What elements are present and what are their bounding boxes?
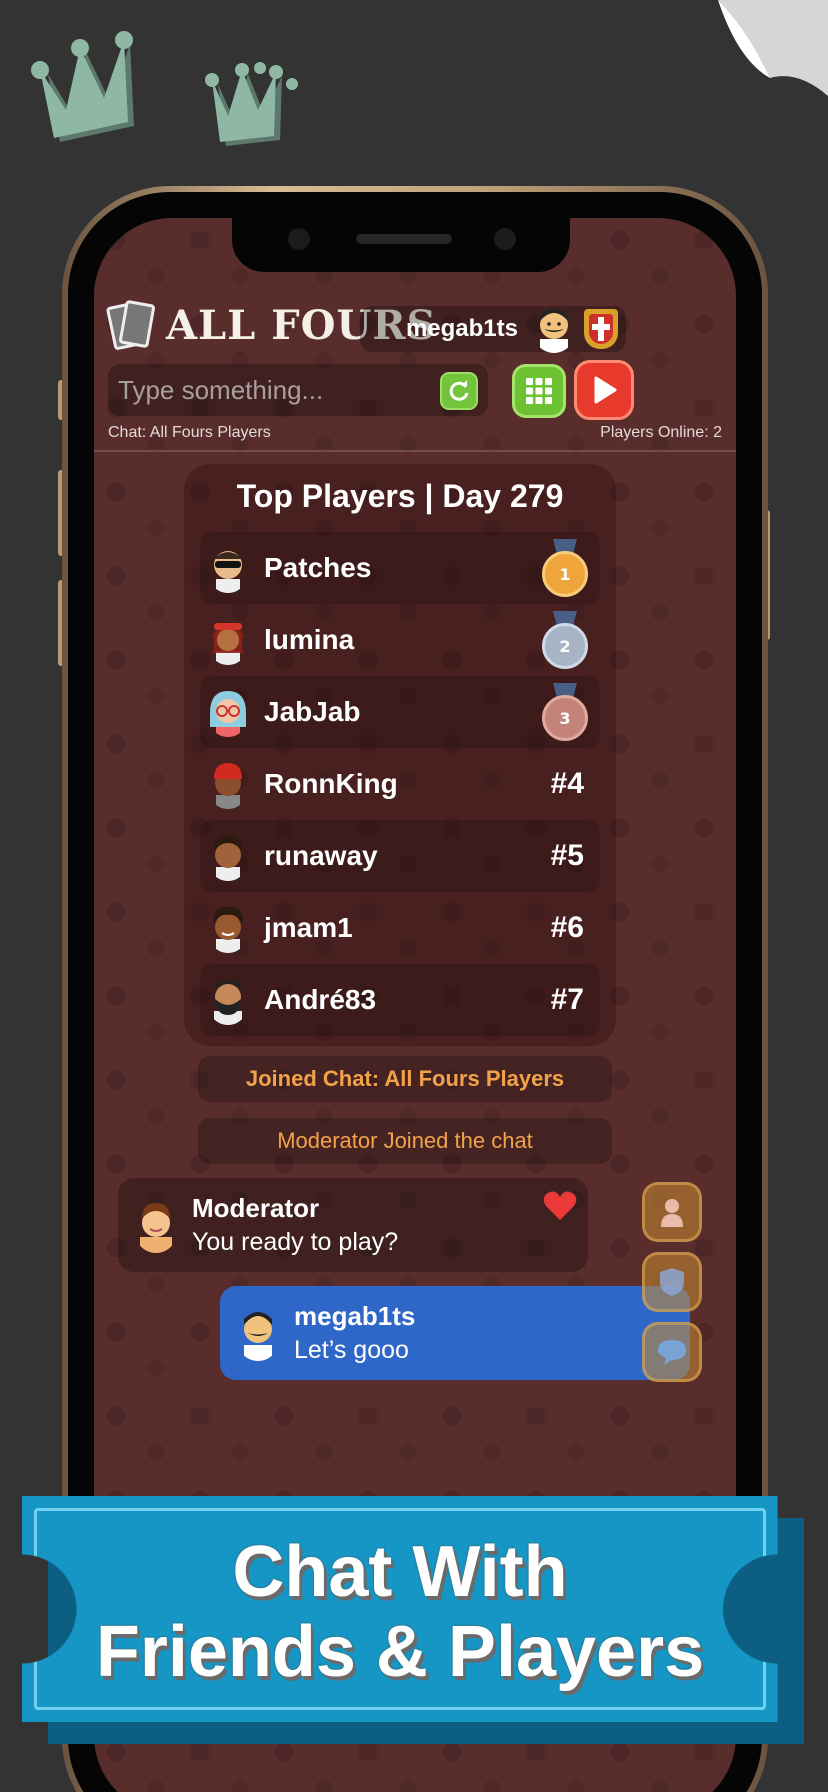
- team-shield-icon: [584, 309, 618, 349]
- shield-icon: [660, 1268, 684, 1296]
- player-name: RonnKing: [264, 768, 398, 799]
- page-curl-decoration: [718, 0, 828, 96]
- message-sender: Moderator: [192, 1193, 320, 1223]
- front-camera: [494, 228, 516, 250]
- system-message: Joined Chat: All Fours Players: [198, 1056, 612, 1102]
- leaderboard-row[interactable]: Patches 1: [200, 532, 600, 604]
- grid-icon: [526, 378, 552, 404]
- chat-input[interactable]: [118, 374, 428, 406]
- player-avatar: [214, 835, 242, 881]
- leaderboard-row[interactable]: runaway #5: [200, 820, 600, 892]
- profile-button[interactable]: [642, 1182, 702, 1242]
- chat-message-field[interactable]: [108, 364, 488, 416]
- user-avatar: [540, 309, 568, 353]
- leaderboard-row[interactable]: lumina 2: [200, 604, 600, 676]
- player-name: jmam1: [264, 912, 353, 943]
- silver-medal-icon: 2: [542, 611, 588, 669]
- moderator-avatar: [140, 1203, 172, 1253]
- banner-line-2: Friends & Players: [95, 1612, 705, 1692]
- leaderboard-row[interactable]: RonnKing #4: [200, 748, 600, 820]
- heart-icon[interactable]: [542, 1188, 578, 1224]
- user-profile-pill[interactable]: megab1ts: [360, 306, 626, 353]
- player-rank: #7: [550, 983, 584, 1016]
- player-avatar: [212, 623, 244, 665]
- front-sensor: [288, 228, 310, 250]
- player-avatar: [212, 906, 244, 953]
- banner-headline: Chat With Friends & Players: [22, 1532, 778, 1692]
- player-name: JabJab: [264, 696, 361, 727]
- bronze-medal-icon: 3: [542, 683, 588, 741]
- player-avatar: [214, 980, 242, 1025]
- banner-line-1: Chat With: [232, 1532, 568, 1612]
- player-name: André83: [264, 984, 377, 1015]
- play-button[interactable]: [574, 360, 634, 420]
- player-rank: #4: [550, 767, 584, 800]
- players-online-count: Players Online: 2: [600, 424, 722, 441]
- profile-icon: [661, 1199, 683, 1227]
- top-players-leaderboard: Top Players | Day 279 Patches 1 lumina 2: [184, 464, 616, 1046]
- menu-grid-button[interactable]: [512, 364, 566, 418]
- current-username: megab1ts: [405, 315, 518, 342]
- player-avatar: [214, 763, 242, 809]
- phone-notch: [232, 218, 570, 272]
- player-name: Patches: [264, 552, 372, 583]
- gold-medal-icon: 1: [542, 539, 588, 597]
- player-avatar: [210, 691, 246, 737]
- player-rank: #6: [550, 911, 584, 944]
- system-message: Moderator Joined the chat: [198, 1118, 612, 1164]
- moderation-button[interactable]: [642, 1252, 702, 1312]
- crown-icon: [205, 62, 298, 146]
- chat-button[interactable]: [642, 1322, 702, 1382]
- play-icon: [594, 376, 617, 404]
- chat-message-bubble[interactable]: Moderator You ready to play?: [118, 1178, 588, 1272]
- refresh-icon: [449, 380, 469, 401]
- crown-icon: [31, 31, 134, 142]
- chat-room-label: Chat: All Fours Players: [108, 424, 271, 441]
- promo-banner: Chat With Friends & Players: [22, 1496, 778, 1722]
- player-name: lumina: [264, 624, 355, 655]
- leaderboard-row[interactable]: André83 #7: [200, 964, 600, 1036]
- player-rank: #5: [550, 839, 584, 872]
- player-name: runaway: [264, 840, 378, 871]
- speaker-grille: [356, 234, 452, 244]
- leaderboard-row[interactable]: JabJab 3: [200, 676, 600, 748]
- my-chat-message-bubble[interactable]: megab1ts Let’s gooo: [220, 1286, 690, 1380]
- message-text: You ready to play?: [192, 1228, 399, 1256]
- cards-logo-icon: [105, 299, 156, 351]
- leaderboard-title: Top Players | Day 279: [236, 478, 564, 514]
- leaderboard-row[interactable]: jmam1 #6: [200, 892, 600, 964]
- refresh-button[interactable]: [440, 372, 478, 410]
- header-divider: [94, 450, 736, 452]
- user-avatar: [244, 1312, 272, 1361]
- message-sender: megab1ts: [294, 1301, 416, 1331]
- player-avatar: [214, 551, 242, 593]
- message-text: Let’s gooo: [294, 1336, 409, 1364]
- chat-bubble-icon: [658, 1340, 686, 1365]
